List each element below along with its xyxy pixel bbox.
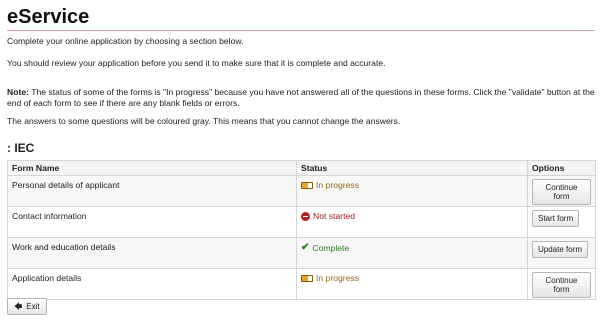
form-name-cell: Work and education details	[7, 237, 297, 269]
status-badge: ✔ Complete	[301, 242, 350, 254]
progress-icon	[301, 274, 313, 282]
page-title: eService	[7, 6, 90, 28]
status-cell: In progress	[296, 175, 528, 207]
options-cell: Continue form	[527, 268, 596, 300]
form-name-cell: Application details	[7, 268, 297, 300]
column-header-form-name: Form Name	[7, 160, 297, 176]
column-header-options: Options	[527, 160, 596, 176]
intro-line-1: Complete your online application by choo…	[7, 36, 244, 46]
title-divider	[7, 30, 595, 31]
status-text: In progress	[316, 180, 359, 190]
status-badge: In progress	[301, 180, 359, 190]
section-heading: : IEC	[7, 141, 35, 155]
arrow-left-icon: 🡄	[14, 301, 23, 311]
gray-answers-note: The answers to some questions will be co…	[7, 116, 401, 126]
status-text: Complete	[312, 243, 350, 253]
start-form-button[interactable]: Start form	[532, 210, 580, 227]
forms-table: Form Name Status Options Personal detail…	[7, 160, 596, 300]
status-text: In progress	[316, 273, 359, 283]
options-cell: Update form	[527, 237, 596, 269]
status-badge: In progress	[301, 273, 359, 283]
form-name-cell: Contact information	[7, 206, 297, 238]
exit-button[interactable]: 🡄 Exit	[7, 298, 47, 315]
continue-form-button[interactable]: Continue form	[532, 179, 591, 205]
table-row: Application details In progress Continue…	[7, 268, 596, 300]
note-label: Note:	[7, 87, 29, 97]
progress-icon	[301, 181, 313, 189]
eservice-page: eService Complete your online applicatio…	[0, 0, 600, 320]
checkmark-icon: ✔	[301, 242, 310, 253]
table-header-row: Form Name Status Options	[7, 160, 596, 176]
column-header-status: Status	[296, 160, 528, 176]
table-row: Contact information Not started Start fo…	[7, 206, 596, 238]
continue-form-button[interactable]: Continue form	[532, 272, 591, 298]
not-started-icon	[301, 211, 310, 221]
status-cell: Not started	[296, 206, 528, 238]
table-row: Personal details of applicant In progres…	[7, 175, 596, 207]
options-cell: Start form	[527, 206, 596, 238]
exit-label: Exit	[26, 302, 40, 311]
status-badge: Not started	[301, 211, 355, 221]
form-name-cell: Personal details of applicant	[7, 175, 297, 207]
status-cell: In progress	[296, 268, 528, 300]
options-cell: Continue form	[527, 175, 596, 207]
status-text: Not started	[313, 211, 356, 221]
intro-line-2: You should review your application befor…	[7, 58, 386, 68]
status-cell: ✔ Complete	[296, 237, 528, 269]
note-paragraph: Note: The status of some of the forms is…	[7, 87, 597, 109]
note-text: The status of some of the forms is "In p…	[7, 87, 595, 108]
update-form-button[interactable]: Update form	[532, 241, 589, 258]
table-row: Work and education details ✔ Complete Up…	[7, 237, 596, 269]
